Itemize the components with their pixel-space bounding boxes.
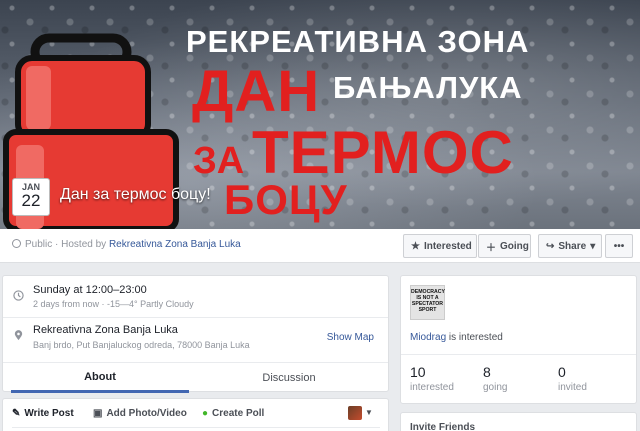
clock-icon — [13, 290, 24, 301]
event-place-row: Rekreativna Zona Banja Luka Banj brdo, P… — [3, 318, 388, 358]
cover-text-line3: БАЊАЛУКА — [333, 70, 523, 105]
event-time: Sunday at 12:00–23:00 — [33, 284, 147, 296]
friend-name-link[interactable]: Miodrag — [410, 332, 446, 343]
cover-text-line6: БОЦУ — [224, 176, 348, 223]
stat-going[interactable]: 8 going — [483, 364, 507, 393]
write-post-button[interactable]: ✎ Write Post — [12, 408, 74, 419]
camera-icon: ▣ — [93, 408, 103, 419]
event-title: Дан за термос боцу! — [60, 186, 211, 203]
write-post-label: Write Post — [24, 408, 74, 419]
plus-icon: ＋ — [486, 242, 496, 254]
event-cover-photo: РЕКРЕАТИВНА ЗОНА ДАН БАЊАЛУКА ЗА ТЕРМОС … — [0, 0, 640, 229]
cover-text-line1: РЕКРЕАТИВНА ЗОНА — [186, 24, 530, 59]
friend-avatar[interactable]: DEMOCRACY IS NOT A SPECTATOR SPORT — [410, 285, 445, 320]
pencil-icon: ✎ — [12, 408, 21, 419]
friend-status: is interested — [448, 332, 503, 343]
host-link[interactable]: Rekreativna Zona Banja Luka — [109, 239, 241, 250]
guests-card: DEMOCRACY IS NOT A SPECTATOR SPORT Miodrag … — [400, 275, 637, 404]
event-date-badge: JAN 22 — [12, 178, 50, 216]
event-date-day: 22 — [21, 191, 41, 210]
globe-icon — [12, 239, 21, 248]
show-map-link[interactable]: Show Map — [327, 332, 374, 343]
privacy-label: Public — [25, 239, 53, 250]
interested-button[interactable]: ★ Interested — [403, 234, 477, 258]
stat-interested[interactable]: 10 interested — [410, 364, 454, 393]
friend-interested-line: Miodrag is interested — [410, 332, 503, 343]
composer-divider — [12, 427, 380, 428]
post-composer: ✎ Write Post ▣ Add Photo/Video ● Create … — [2, 398, 389, 431]
poll-icon: ● — [202, 408, 209, 419]
cover-text-line2: ДАН — [192, 59, 321, 124]
add-photo-button[interactable]: ▣ Add Photo/Video — [93, 408, 187, 419]
stat-going-count: 8 — [483, 364, 491, 380]
add-photo-label: Add Photo/Video — [106, 408, 187, 419]
stat-interested-label: interested — [410, 382, 454, 393]
tab-about[interactable]: About — [11, 363, 189, 393]
tab-discussion[interactable]: Discussion — [189, 363, 389, 393]
star-icon: ★ — [411, 240, 420, 252]
going-button[interactable]: ＋ Going — [478, 234, 531, 258]
event-info-bar: Public · Hosted by Rekreativna Zona Banj… — [0, 229, 640, 263]
invite-friends-card: Invite Friends — [400, 412, 637, 431]
stat-invited-label: invited — [558, 382, 587, 393]
event-time-row: Sunday at 12:00–23:00 2 days from now · … — [3, 276, 388, 318]
stat-going-label: going — [483, 382, 508, 393]
share-label: Share — [558, 240, 587, 252]
avatar[interactable] — [348, 406, 362, 420]
event-tabs: About Discussion — [3, 362, 389, 393]
event-details-card: Sunday at 12:00–23:00 2 days from now · … — [2, 275, 389, 393]
more-dots-icon: ••• — [613, 240, 625, 252]
going-label: Going — [500, 240, 529, 252]
share-button[interactable]: ↪ Share ▾ — [538, 234, 602, 258]
chevron-down-icon: ▾ — [590, 240, 596, 252]
create-poll-label: Create Poll — [212, 408, 265, 419]
chevron-down-icon[interactable]: ▼ — [365, 408, 373, 417]
stat-invited-count: 0 — [558, 364, 566, 380]
more-options-button[interactable]: ••• — [605, 234, 633, 258]
create-poll-button[interactable]: ● Create Poll — [202, 408, 264, 419]
event-time-sub: 2 days from now · -15—4° Partly Cloudy — [33, 299, 194, 309]
share-arrow-icon: ↪ — [546, 240, 555, 252]
event-place[interactable]: Rekreativna Zona Banja Luka — [33, 324, 178, 336]
divider — [401, 354, 636, 355]
map-pin-icon — [14, 330, 23, 341]
invite-friends-title: Invite Friends — [410, 422, 476, 431]
stat-interested-count: 10 — [410, 364, 426, 380]
hosted-by-label: · Hosted by — [55, 239, 107, 250]
stat-invited[interactable]: 0 invited — [558, 364, 587, 393]
event-meta: Public · Hosted by Rekreativna Zona Banj… — [12, 239, 241, 250]
event-address: Banj brdo, Put Banjaluckog odreda, 78000… — [33, 340, 250, 350]
interested-label: Interested — [423, 240, 472, 252]
